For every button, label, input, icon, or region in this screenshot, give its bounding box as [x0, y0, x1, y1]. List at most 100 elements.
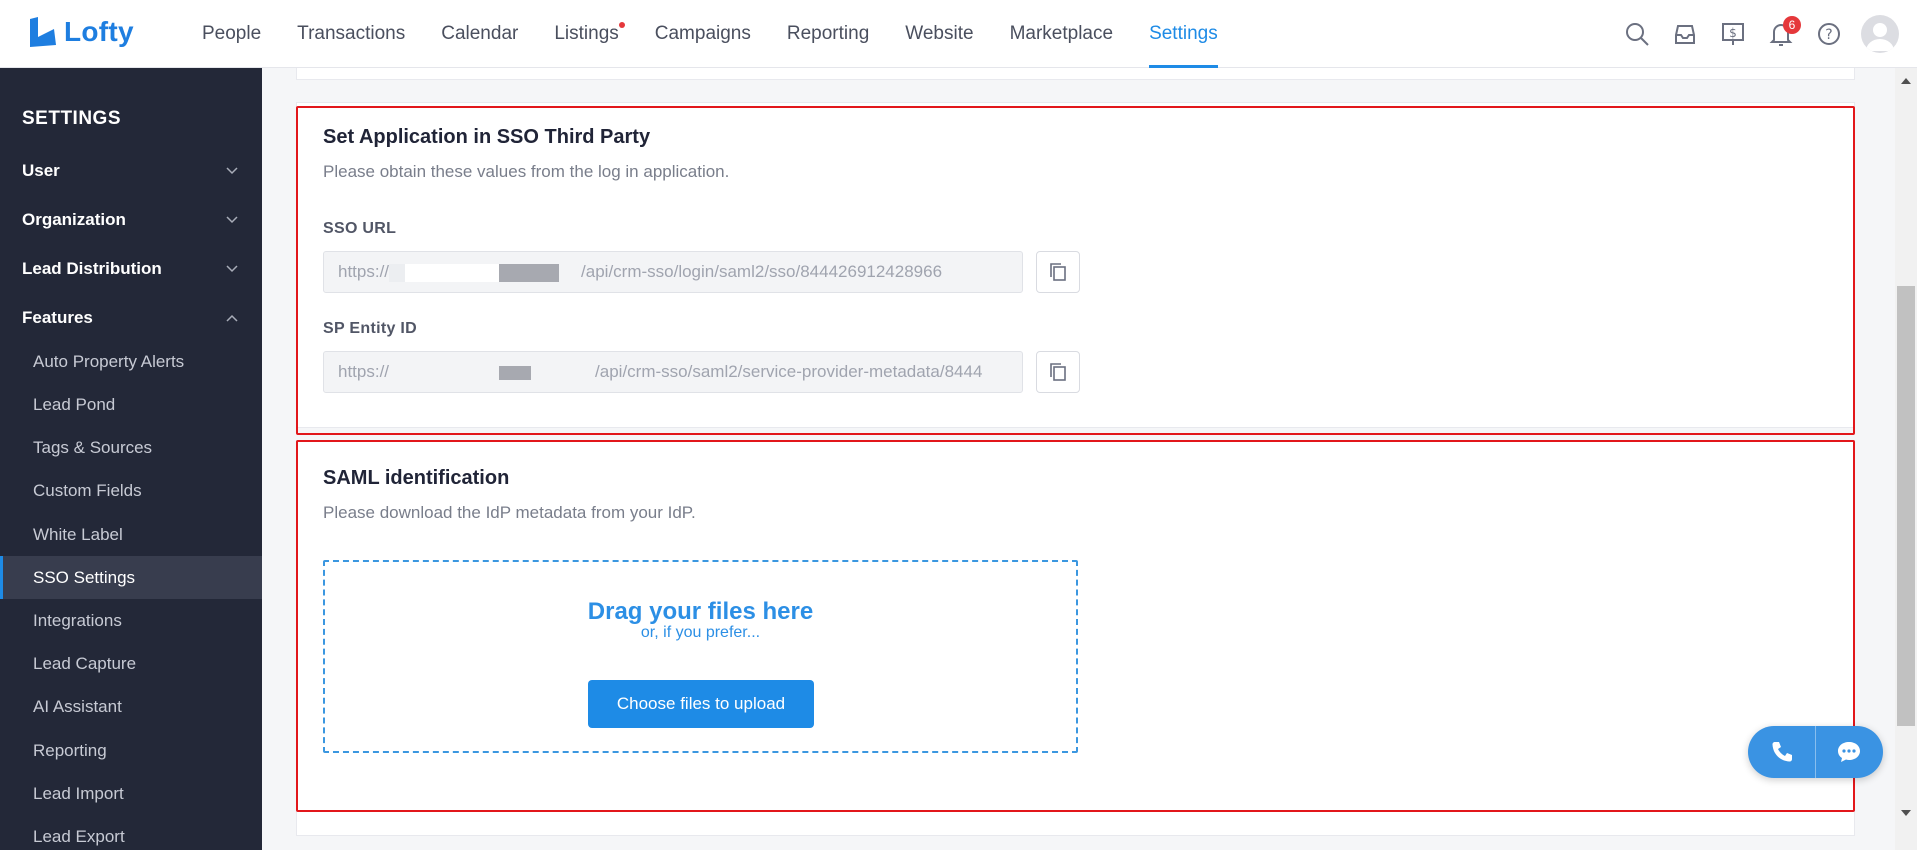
- sidebar-group-label: Organization: [22, 210, 126, 229]
- sidebar-item-label: SSO Settings: [33, 567, 136, 587]
- sidebar-title: SETTINGS: [22, 108, 122, 129]
- notification-badge: 6: [1783, 16, 1801, 34]
- inbox-icon[interactable]: [1661, 10, 1709, 58]
- nav-label: Calendar: [441, 23, 519, 44]
- svg-text:$: $: [1729, 26, 1737, 40]
- sp-entity-id-field[interactable]: https:// /api/crm-sso/saml2/service-provi…: [323, 351, 1023, 393]
- sidebar-group-organization[interactable]: Organization: [0, 196, 262, 244]
- nav-label: Listings: [554, 23, 619, 44]
- scroll-down-arrow[interactable]: [1901, 810, 1911, 816]
- settings-sidebar: SETTINGS User Organization Lead Distribu…: [0, 68, 262, 850]
- scroll-thumb[interactable]: [1897, 286, 1915, 726]
- redacted-segment: [531, 363, 596, 382]
- sidebar-item-lead-capture[interactable]: Lead Capture: [0, 642, 262, 685]
- sidebar-item-label: AI Assistant: [33, 696, 122, 716]
- sso-card-title: Set Application in SSO Third Party: [323, 126, 651, 148]
- nav-people[interactable]: People: [184, 0, 279, 68]
- help-icon[interactable]: ?: [1805, 10, 1853, 58]
- header-actions: $ 6 ?: [1613, 0, 1917, 68]
- saml-card-subtitle: Please download the IdP metadata from yo…: [323, 503, 696, 522]
- nav-label: Reporting: [786, 23, 870, 44]
- sidebar-group-label: Features: [22, 308, 93, 327]
- file-dropzone[interactable]: Drag your files here or, if you prefer..…: [323, 560, 1078, 753]
- redacted-segment: [499, 365, 532, 380]
- previous-card-edge: [296, 68, 1855, 80]
- sidebar-item-label: Integrations: [33, 610, 122, 630]
- sidebar-item-label: White Label: [33, 524, 123, 544]
- avatar[interactable]: [1861, 15, 1899, 53]
- nav-label: Transactions: [297, 23, 406, 44]
- brand-name: Lofty: [64, 16, 134, 47]
- sidebar-item-reporting[interactable]: Reporting: [0, 729, 262, 772]
- search-icon[interactable]: [1613, 10, 1661, 58]
- nav-campaigns[interactable]: Campaigns: [637, 0, 769, 68]
- sp-entity-suffix: /api/crm-sso/saml2/service-provider-meta…: [595, 362, 983, 381]
- main-scrollbar[interactable]: [1895, 68, 1917, 850]
- sidebar-item-label: Reporting: [33, 740, 107, 760]
- sidebar-item-ai-assistant[interactable]: AI Assistant: [0, 685, 262, 728]
- sidebar-item-sso-settings[interactable]: SSO Settings: [0, 556, 262, 599]
- main-nav: People Transactions Calendar Listings Ca…: [184, 0, 1236, 68]
- sso-card-subtitle: Please obtain these values from the log …: [323, 162, 730, 181]
- chevron-down-icon: [226, 216, 238, 224]
- nav-label: People: [202, 23, 262, 44]
- sidebar-group-user[interactable]: User: [0, 147, 262, 195]
- floating-contact-actions: [1748, 726, 1883, 778]
- sidebar-item-label: Lead Export: [33, 826, 125, 846]
- scroll-up-arrow[interactable]: [1901, 78, 1911, 84]
- nav-reporting[interactable]: Reporting: [769, 0, 887, 68]
- sidebar-item-white-label[interactable]: White Label: [0, 513, 262, 556]
- sidebar-item-label: Lead Pond: [33, 394, 116, 414]
- billing-icon[interactable]: $: [1709, 10, 1757, 58]
- bell-icon[interactable]: 6: [1757, 10, 1805, 58]
- sso-url-suffix: /api/crm-sso/login/saml2/sso/84442691242…: [581, 262, 943, 281]
- sidebar-item-label: Tags & Sources: [33, 437, 153, 457]
- sidebar-item-custom-fields[interactable]: Custom Fields: [0, 469, 262, 512]
- copy-icon: [1050, 263, 1066, 281]
- redacted-segment: [559, 263, 582, 282]
- new-indicator-dot: [618, 22, 625, 28]
- sidebar-item-lead-import[interactable]: Lead Import: [0, 772, 262, 815]
- sidebar-item-lead-export[interactable]: Lead Export: [0, 815, 262, 850]
- redacted-segment: [389, 263, 406, 282]
- sp-entity-id-label: SP Entity ID: [323, 320, 417, 337]
- lofty-logo[interactable]: Lofty: [28, 15, 134, 49]
- main-content: Set Application in SSO Third Party Pleas…: [262, 68, 1917, 850]
- copy-sp-entity-id-button[interactable]: [1036, 351, 1080, 393]
- sidebar-item-label: Auto Property Alerts: [33, 351, 185, 371]
- saml-card-title: SAML identification: [323, 467, 510, 489]
- nav-website[interactable]: Website: [887, 0, 991, 68]
- chevron-down-icon: [226, 167, 238, 175]
- sidebar-item-label: Lead Import: [33, 783, 124, 803]
- nav-label: Campaigns: [654, 23, 751, 44]
- nav-settings[interactable]: Settings: [1131, 0, 1236, 68]
- nav-calendar[interactable]: Calendar: [423, 0, 536, 68]
- sidebar-item-label: Lead Capture: [33, 653, 137, 673]
- phone-icon[interactable]: [1748, 726, 1815, 778]
- sidebar-item-auto-property-alerts[interactable]: Auto Property Alerts: [0, 340, 262, 383]
- nav-transactions[interactable]: Transactions: [279, 0, 423, 68]
- chevron-up-icon: [226, 314, 238, 322]
- chat-icon[interactable]: [1815, 726, 1882, 778]
- nav-label: Marketplace: [1009, 23, 1114, 44]
- copy-sso-url-button[interactable]: [1036, 251, 1080, 293]
- svg-text:?: ?: [1825, 27, 1832, 43]
- sidebar-item-lead-pond[interactable]: Lead Pond: [0, 383, 262, 426]
- nav-marketplace[interactable]: Marketplace: [992, 0, 1132, 68]
- sidebar-item-integrations[interactable]: Integrations: [0, 599, 262, 642]
- redacted-segment: [405, 263, 500, 282]
- lofty-logo-icon: [30, 17, 56, 47]
- choose-files-button[interactable]: Choose files to upload: [588, 680, 814, 728]
- nav-listings[interactable]: Listings: [536, 0, 636, 68]
- chevron-down-icon: [226, 265, 238, 273]
- sso-url-prefix: https://: [338, 262, 390, 281]
- sidebar-group-features[interactable]: Features: [0, 294, 262, 342]
- redacted-segment: [389, 363, 500, 382]
- redacted-segment: [499, 263, 560, 282]
- sidebar-item-tags-sources[interactable]: Tags & Sources: [0, 426, 262, 469]
- dropzone-title: Drag your files here: [587, 598, 814, 625]
- sidebar-item-label: Custom Fields: [33, 480, 142, 500]
- sp-entity-prefix: https://: [338, 362, 390, 381]
- sso-url-field[interactable]: https:// /api/crm-sso/login/saml2/sso/844…: [323, 251, 1023, 293]
- sidebar-group-lead-distribution[interactable]: Lead Distribution: [0, 245, 262, 293]
